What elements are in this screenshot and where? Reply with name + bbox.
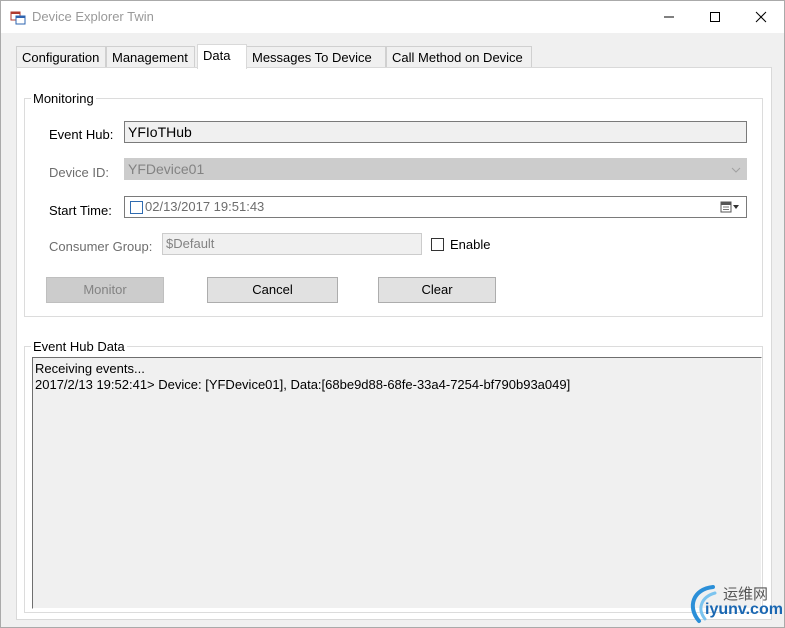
- calendar-dropdown-icon[interactable]: [720, 201, 740, 213]
- maximize-icon: [710, 12, 720, 22]
- consumer-group-field[interactable]: $Default: [162, 233, 422, 255]
- app-icon: [10, 9, 26, 25]
- device-id-value: YFDevice01: [128, 161, 205, 177]
- monitoring-group-label: Monitoring: [31, 91, 96, 106]
- consumer-group-label: Consumer Group:: [49, 239, 153, 254]
- tab-messages-to-device[interactable]: Messages To Device: [246, 46, 386, 68]
- device-id-label: Device ID:: [49, 165, 109, 180]
- event-hub-label: Event Hub:: [49, 127, 114, 142]
- close-icon: [755, 11, 767, 23]
- window-title: Device Explorer Twin: [32, 9, 154, 24]
- minimize-button[interactable]: [646, 1, 692, 32]
- minimize-icon: [664, 16, 674, 18]
- log-line: Receiving events...: [35, 361, 145, 376]
- maximize-button[interactable]: [692, 1, 738, 32]
- enable-checkbox[interactable]: [431, 238, 444, 251]
- tab-data[interactable]: Data: [197, 44, 247, 69]
- start-time-value: 02/13/2017 19:51:43: [145, 199, 265, 214]
- tab-management[interactable]: Management: [106, 46, 195, 68]
- monitor-button[interactable]: Monitor: [46, 277, 164, 303]
- log-line: 2017/2/13 19:52:41> Device: [YFDevice01]…: [35, 377, 571, 392]
- tab-configuration[interactable]: Configuration: [16, 46, 106, 68]
- watermark-logo: 运维网 iyunv.com: [685, 581, 785, 627]
- event-hub-data-group-label: Event Hub Data: [31, 339, 127, 354]
- start-time-label: Start Time:: [49, 203, 112, 218]
- start-time-picker[interactable]: 02/13/2017 19:51:43: [124, 196, 747, 218]
- enable-label: Enable: [450, 237, 491, 252]
- start-time-checkbox[interactable]: [130, 201, 143, 214]
- app-window: Device Explorer Twin Configuration Manag…: [0, 0, 785, 628]
- cancel-button[interactable]: Cancel: [207, 277, 338, 303]
- device-id-combo[interactable]: YFDevice01: [124, 158, 747, 180]
- title-bar[interactable]: Device Explorer Twin: [1, 1, 784, 33]
- watermark-en-text: iyunv.com: [705, 601, 783, 618]
- tab-call-method-on-device[interactable]: Call Method on Device: [386, 46, 532, 68]
- event-hub-field[interactable]: YFIoTHub: [124, 121, 747, 143]
- clear-button[interactable]: Clear: [378, 277, 496, 303]
- event-log-textbox[interactable]: Receiving events... 2017/2/13 19:52:41> …: [32, 357, 762, 609]
- close-button[interactable]: [738, 1, 784, 32]
- chevron-down-icon: [731, 167, 741, 173]
